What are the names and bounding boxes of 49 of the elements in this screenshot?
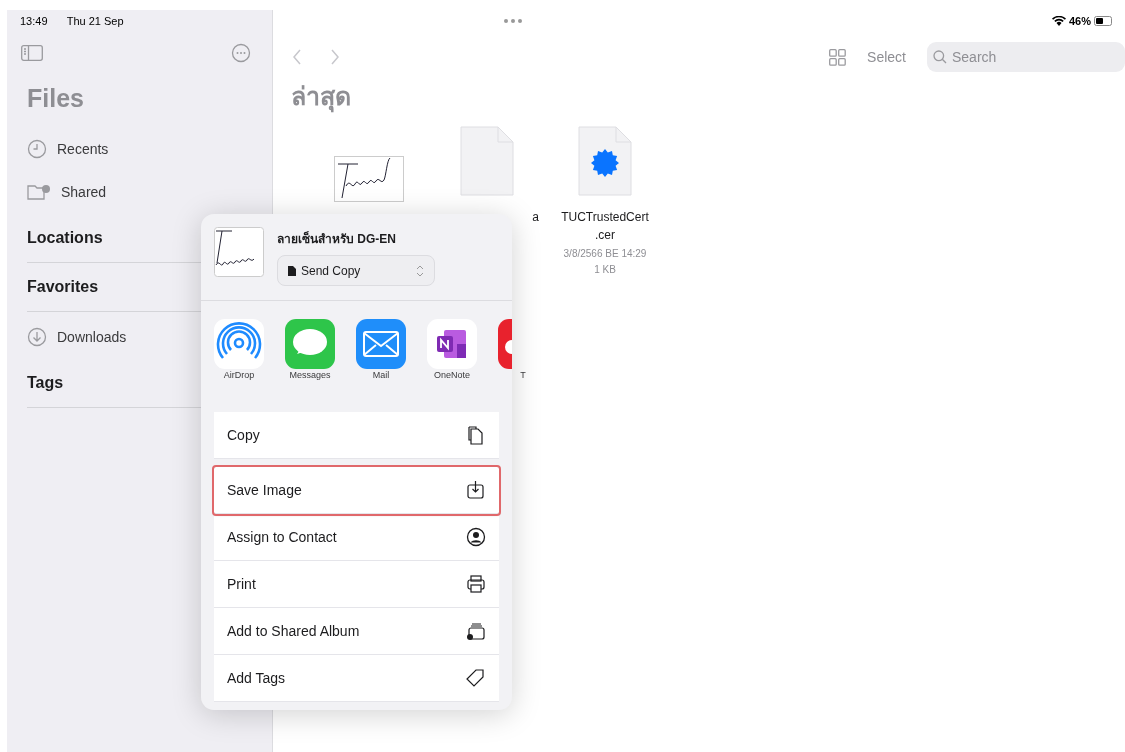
app-label[interactable]: T <box>520 369 526 381</box>
document-icon <box>288 265 296 276</box>
search-icon <box>933 50 947 64</box>
share-title: ลายเซ็นสำหรับ DG-EN <box>277 230 397 248</box>
shared-folder-icon <box>27 183 51 201</box>
signature-thumbnail <box>334 155 404 202</box>
status-time: 13:49 <box>20 13 49 29</box>
airdrop-icon <box>214 319 264 369</box>
battery-percent: 46% <box>1068 13 1091 29</box>
more-dots-icon <box>503 19 522 23</box>
battery-icon <box>1094 16 1112 26</box>
share-action[interactable]: Save Image <box>214 467 499 514</box>
messages-icon <box>285 319 335 369</box>
forward-chevron-icon <box>329 48 341 66</box>
file-name[interactable]: TUCTrustedCert .cer <box>553 207 657 244</box>
search-field[interactable]: Search <box>927 42 1125 72</box>
person-circle-icon <box>466 527 486 547</box>
more-icon <box>231 43 251 63</box>
grid-view-icon <box>829 48 847 66</box>
certificate-file-icon <box>578 125 632 196</box>
page-title: ล่าสุด <box>291 78 1125 116</box>
printer-icon <box>466 574 486 594</box>
wifi-icon <box>1051 16 1066 26</box>
clock-icon <box>27 139 47 159</box>
signature-thumbnail <box>214 227 264 277</box>
shared-album-icon <box>466 621 486 641</box>
sidebar-item[interactable]: Recents <box>27 127 259 171</box>
file-meta: 3/8/2566 BE 14:29 <box>563 246 647 260</box>
app-label[interactable]: Mail <box>372 369 390 381</box>
send-copy-dropdown[interactable]: Send Copy <box>277 255 435 286</box>
notebook-app-icon <box>427 319 477 369</box>
tag-icon <box>466 668 486 688</box>
mail-icon <box>356 319 406 369</box>
status-date: Thu 21 Sep <box>66 13 124 29</box>
download-icon <box>27 327 47 347</box>
copy-icon <box>466 425 486 445</box>
sidebar-toggle-icon <box>21 45 43 61</box>
search-input[interactable]: Search <box>952 46 1112 68</box>
app-label[interactable]: OneNote <box>434 369 470 381</box>
app-label[interactable]: Messages <box>289 369 331 381</box>
back-chevron-icon <box>291 48 303 66</box>
sidebar-item[interactable]: Shared <box>27 170 259 214</box>
file-meta: 1 KB <box>594 262 616 276</box>
save-icon <box>466 480 486 500</box>
sidebar-title: Files <box>27 83 85 114</box>
chevron-updown-icon <box>416 264 424 277</box>
app-label[interactable]: AirDrop <box>223 369 255 381</box>
share-action[interactable]: Copy <box>214 412 499 459</box>
document-icon <box>460 125 514 196</box>
